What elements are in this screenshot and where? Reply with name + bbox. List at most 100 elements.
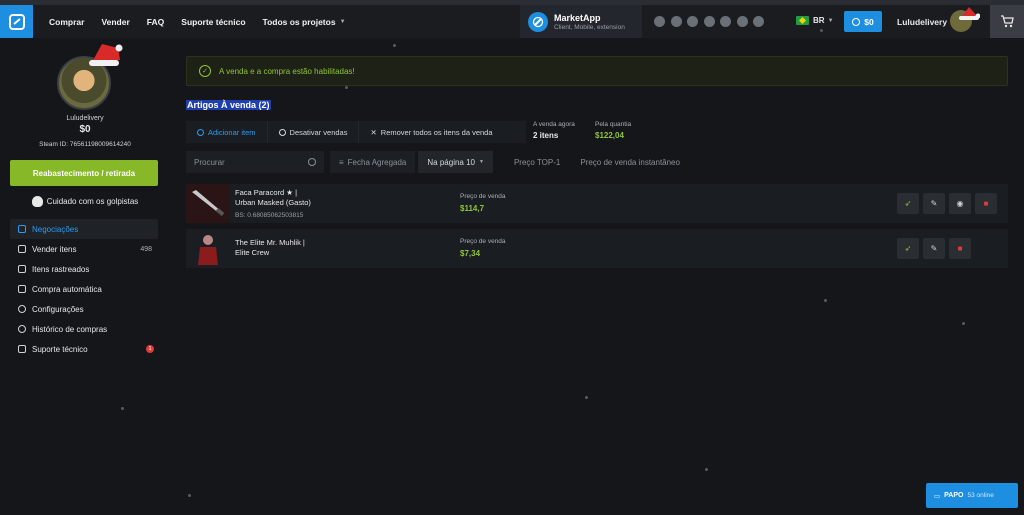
sidebar-item-label: Compra automática bbox=[32, 284, 102, 294]
social-links bbox=[654, 16, 770, 27]
trash-icon: ■ bbox=[957, 244, 963, 253]
add-item-label: Adicionar item bbox=[208, 127, 256, 137]
sidebar-item-history[interactable]: Histórico de compras bbox=[10, 319, 158, 339]
aggregated-filter[interactable]: ≡ Fecha Agregada bbox=[330, 151, 416, 173]
row-actions: ➶ ✎ ■ bbox=[893, 238, 971, 259]
decorative-dot bbox=[585, 396, 588, 399]
skull-icon bbox=[31, 196, 43, 207]
language-selector[interactable]: BR ▼ bbox=[796, 16, 834, 25]
item-name-line: The Elite Mr. Muhlik | bbox=[235, 238, 305, 247]
sidebar-item-tracked[interactable]: Itens rastreados bbox=[10, 259, 158, 279]
chat-label: PAPO bbox=[944, 492, 964, 499]
sidebar-item-autobuy[interactable]: Compra automática bbox=[10, 279, 158, 299]
instant-price-column[interactable]: Preço de venda instantâneo bbox=[571, 151, 689, 173]
item-float: BS: 0.68085062503815 bbox=[235, 212, 304, 219]
delete-button[interactable]: ■ bbox=[975, 193, 997, 214]
decorative-dot bbox=[393, 44, 396, 47]
instant-price-label: Preço de venda instantâneo bbox=[580, 157, 680, 167]
decorative-dot bbox=[962, 322, 965, 325]
listing-actions: Adicionar item Desativar vendas ✕ Remover… bbox=[186, 121, 526, 143]
status-notice: ✓ A venda e a compra estão habilitadas! bbox=[186, 56, 1008, 86]
price-label: Preço de venda bbox=[460, 193, 506, 200]
view-button[interactable]: ◉ bbox=[949, 193, 971, 214]
vk-icon[interactable] bbox=[736, 16, 748, 27]
nav-faq[interactable]: FAQ bbox=[147, 17, 164, 27]
price-label: Preço de venda bbox=[460, 238, 506, 245]
stat-label: A venda agora bbox=[533, 121, 575, 128]
chevron-down-icon: ▼ bbox=[478, 159, 484, 165]
notice-text: A venda e a compra estão habilitadas! bbox=[219, 66, 355, 76]
edit-button[interactable]: ✎ bbox=[923, 193, 945, 214]
trash-icon: ■ bbox=[983, 199, 989, 208]
discord-icon[interactable] bbox=[703, 16, 715, 27]
decorative-dot bbox=[121, 407, 124, 410]
page-title: Artigos À venda (2) bbox=[186, 100, 271, 110]
sidebar-item-label: Histórico de compras bbox=[32, 324, 108, 334]
facebook-icon[interactable] bbox=[720, 16, 731, 27]
close-icon: ✕ bbox=[370, 127, 377, 137]
delete-button[interactable]: ■ bbox=[949, 238, 971, 259]
x-icon[interactable] bbox=[654, 16, 665, 27]
cart-icon bbox=[18, 245, 26, 253]
table-row[interactable]: Faca Paracord ★ | Urban Masked (Gasto) BS… bbox=[186, 184, 1008, 223]
sidebar-item-label: Configurações bbox=[32, 304, 84, 314]
table-row[interactable]: The Elite Mr. Muhlik | Elite Crew Preço d… bbox=[186, 229, 1008, 268]
brazil-flag-icon bbox=[796, 16, 809, 25]
total-amount-stat: Pela quantia $122,04 bbox=[595, 121, 631, 140]
boost-button[interactable]: ➶ bbox=[897, 238, 919, 259]
item-name: The Elite Mr. Muhlik | Elite Crew bbox=[235, 238, 325, 258]
add-item-button[interactable]: Adicionar item bbox=[186, 121, 268, 143]
sell-count: 498 bbox=[140, 245, 152, 253]
marketapp-promo[interactable]: MarketApp Client, Mobile, extension bbox=[520, 5, 642, 38]
rocket-icon: ➶ bbox=[904, 244, 912, 253]
pencil-icon: ✎ bbox=[930, 199, 938, 208]
nav-support[interactable]: Suporte técnico bbox=[181, 17, 245, 27]
boost-button[interactable]: ➶ bbox=[897, 193, 919, 214]
profile-balance: $0 bbox=[79, 124, 91, 135]
remove-all-button[interactable]: ✕ Remover todos os itens da venda bbox=[359, 121, 503, 143]
refill-withdraw-button[interactable]: Reabastecimento / retirada bbox=[10, 160, 158, 186]
remove-all-label: Remover todos os itens da venda bbox=[380, 127, 493, 137]
top-price-column[interactable]: Preço TOP-1 bbox=[505, 151, 569, 173]
steam-icon[interactable] bbox=[753, 16, 764, 27]
balance-button[interactable]: $0 bbox=[844, 11, 882, 32]
logo-icon[interactable] bbox=[0, 5, 33, 38]
language-label: BR bbox=[813, 16, 825, 25]
telegram-icon[interactable] bbox=[670, 16, 682, 27]
nav-all-projects[interactable]: Todos os projetos ▼ bbox=[263, 17, 346, 27]
youtube-icon[interactable] bbox=[687, 16, 698, 27]
search-input[interactable]: Procurar bbox=[186, 151, 324, 173]
support-badge: 1 bbox=[146, 345, 154, 353]
header-username[interactable]: Luludelivery bbox=[897, 17, 947, 27]
block-icon bbox=[278, 128, 286, 136]
wallet-icon bbox=[852, 17, 861, 26]
per-page-label: Na página 10 bbox=[427, 157, 475, 167]
search-placeholder: Procurar bbox=[194, 157, 225, 167]
nav-sell[interactable]: Vender bbox=[101, 17, 129, 27]
disable-sales-button[interactable]: Desativar vendas bbox=[268, 121, 360, 143]
nav-buy[interactable]: Comprar bbox=[49, 17, 84, 27]
nav-label: Comprar bbox=[49, 16, 85, 27]
nav-label: FAQ bbox=[146, 16, 165, 27]
rocket-icon: ➶ bbox=[904, 199, 912, 208]
sidebar-item-trades[interactable]: Negociações bbox=[10, 219, 158, 239]
aggregated-label: Fecha Agregada bbox=[347, 157, 407, 167]
steam-id: Steam ID: 76561198009614240 bbox=[39, 141, 131, 148]
marketapp-subtitle: Client, Mobile, extension bbox=[554, 23, 625, 31]
item-name-line: Elite Crew bbox=[235, 248, 270, 257]
sort-icon: ≡ bbox=[339, 157, 344, 167]
chat-button[interactable]: ▭ PAPO 53 online bbox=[926, 483, 1018, 508]
sidebar-item-sell[interactable]: Vender itens 498 bbox=[10, 239, 158, 259]
scam-warning-link[interactable]: Cuidado com os golpistas bbox=[0, 196, 170, 207]
cart-button[interactable] bbox=[990, 5, 1024, 38]
sidebar-item-settings[interactable]: Configurações bbox=[10, 299, 158, 319]
profile-username: Luludelivery bbox=[66, 115, 104, 122]
marketapp-logo-icon bbox=[528, 11, 548, 32]
edit-button[interactable]: ✎ bbox=[923, 238, 945, 259]
decorative-dot bbox=[824, 299, 827, 302]
sidebar-item-support[interactable]: Suporte técnico 1 bbox=[10, 339, 158, 359]
marketapp-title: MarketApp bbox=[554, 12, 601, 23]
price-value: $114,7 bbox=[460, 204, 485, 213]
chat-icon: ▭ bbox=[934, 492, 941, 500]
per-page-select[interactable]: Na página 10 ▼ bbox=[418, 151, 493, 173]
